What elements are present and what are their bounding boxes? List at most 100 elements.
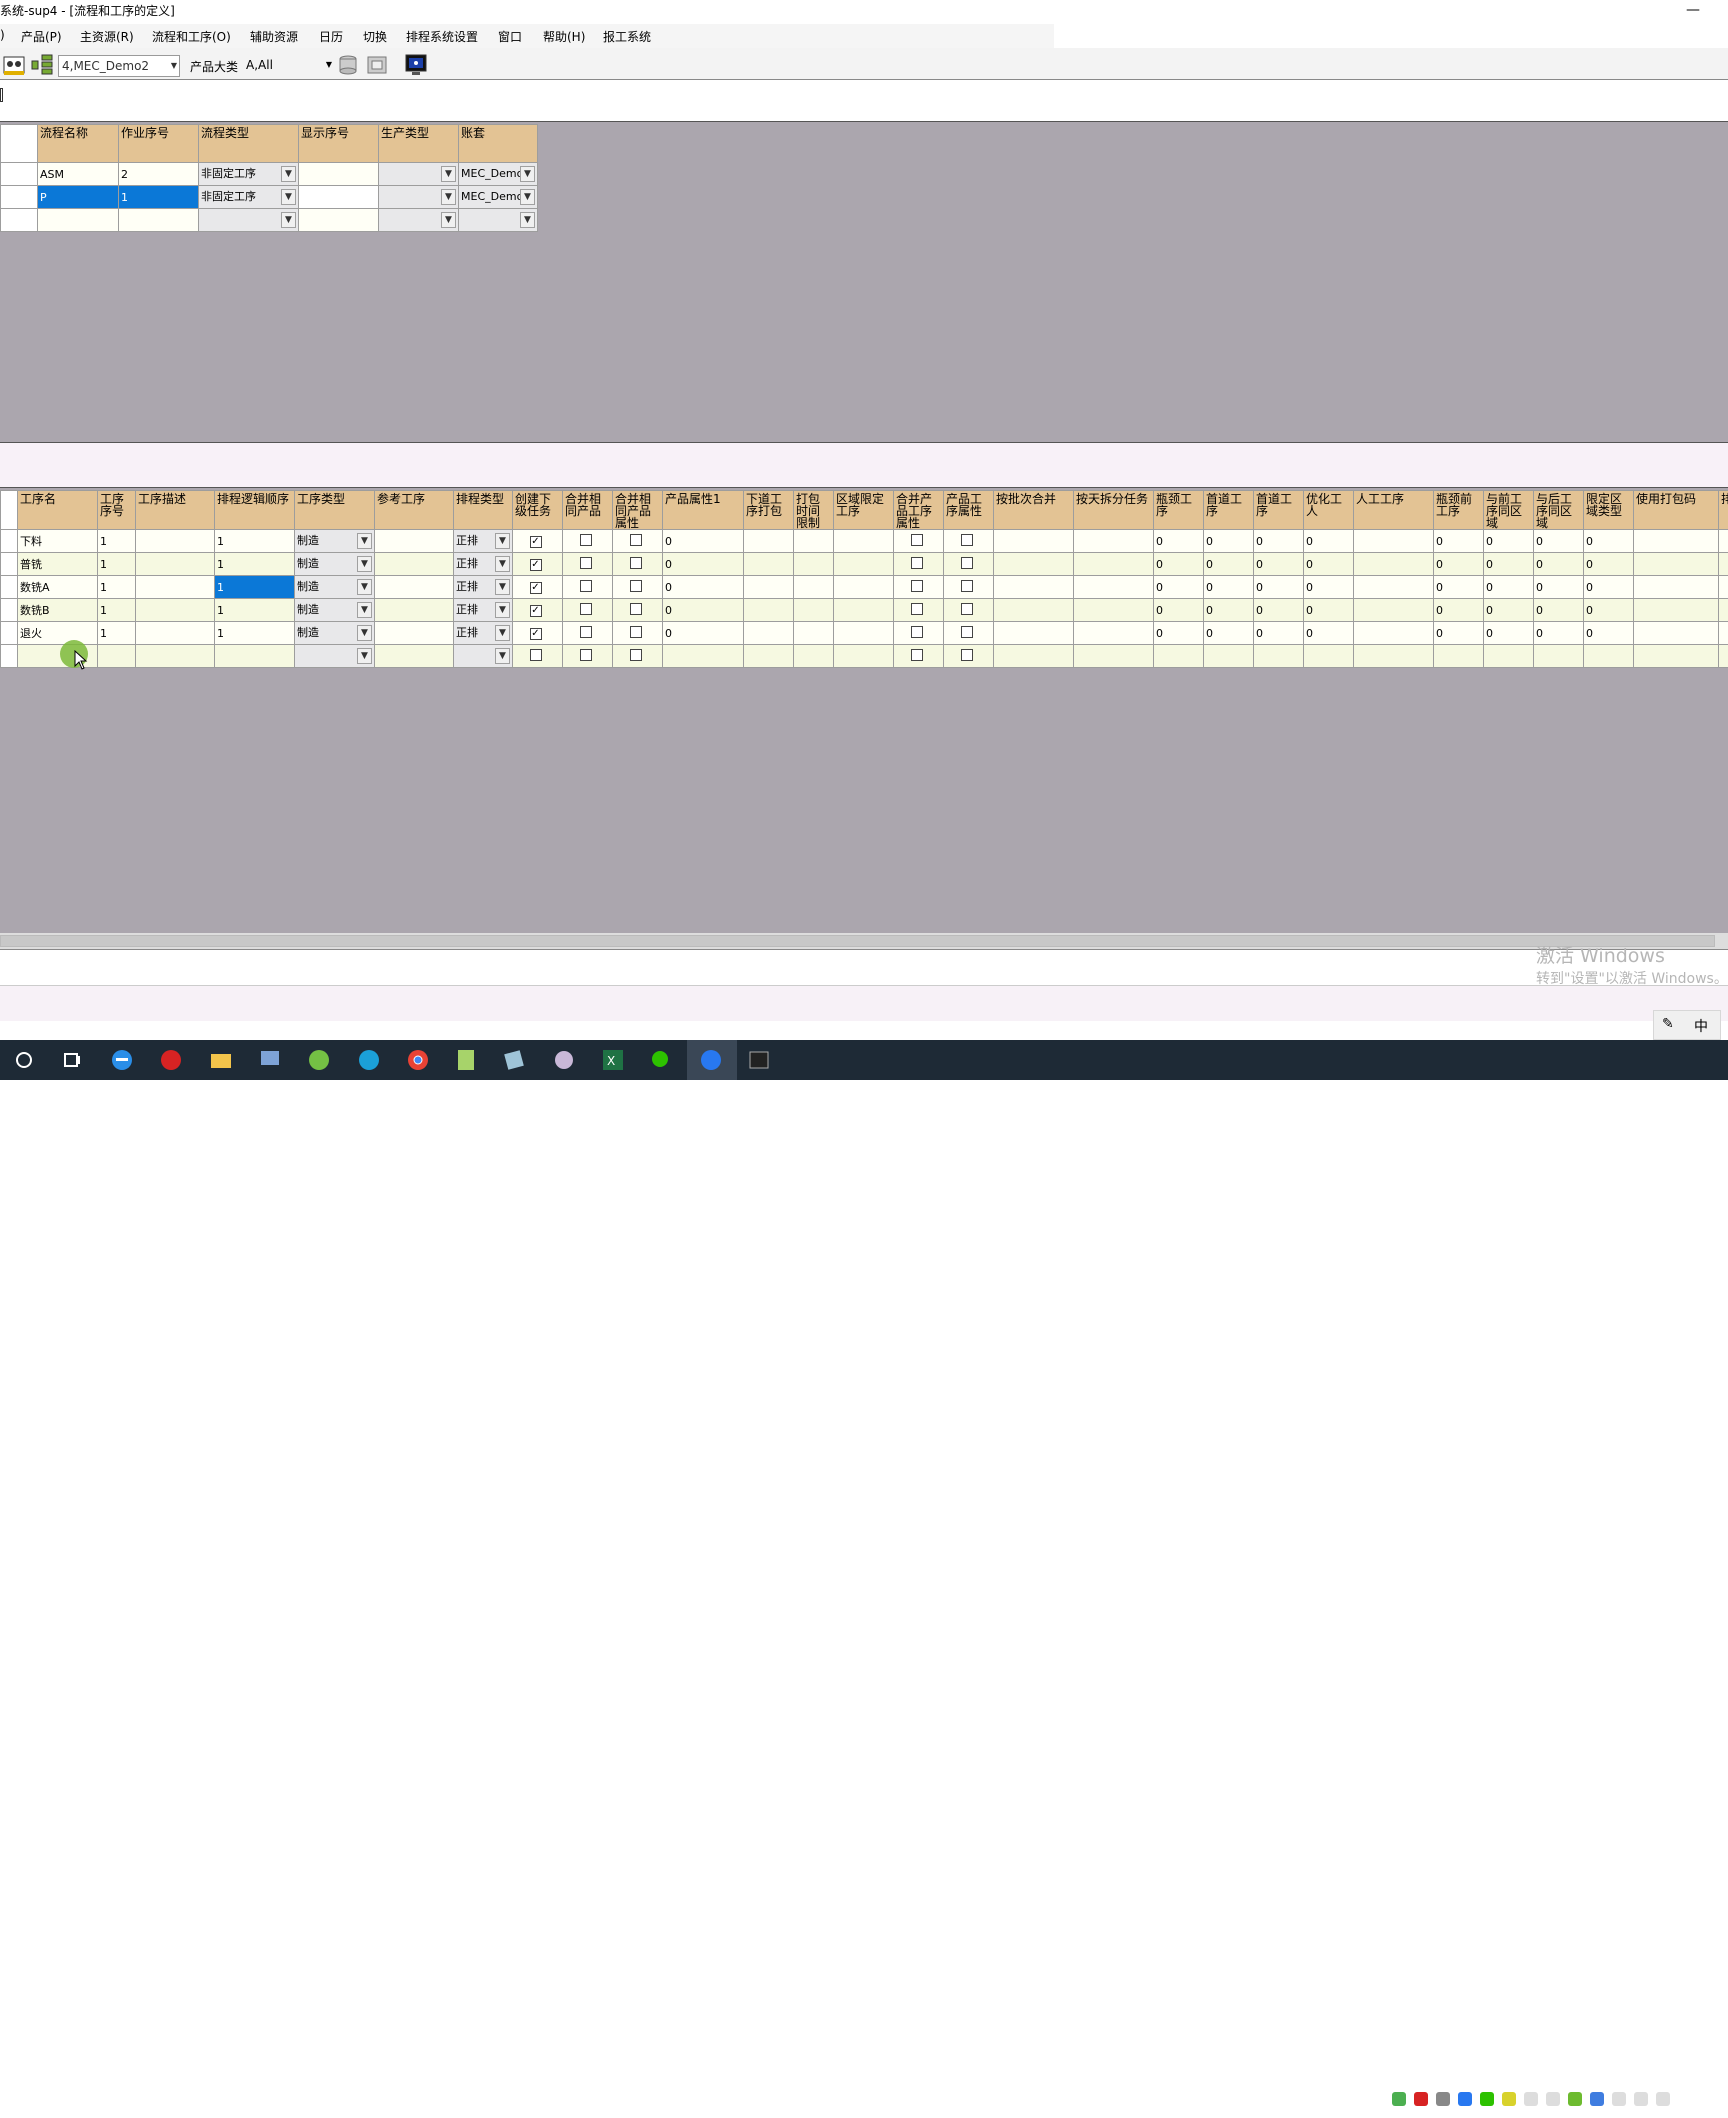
cell-merge-op-attr[interactable] [894,645,944,668]
cell-op-type[interactable]: 制造▼ [295,553,375,576]
col-header[interactable]: 区域限定工序 [834,491,894,530]
cell-create-subtask[interactable]: ✓ [513,530,563,553]
checkbox[interactable] [580,649,592,661]
database-icon[interactable] [338,53,360,75]
row-header[interactable] [1,645,18,668]
cell-region-op[interactable] [834,576,894,599]
chevron-down-icon[interactable]: ▼ [441,189,456,205]
cell-extra[interactable] [1719,645,1728,668]
cell-first-op[interactable]: 0 [1204,553,1254,576]
cell-op-desc[interactable] [136,530,215,553]
cell-pack-code[interactable] [1634,645,1719,668]
cell-logic-order[interactable]: 1 [215,530,295,553]
cell-merge-op-attr[interactable] [894,599,944,622]
cell-op-seq[interactable]: 1 [98,576,136,599]
battery-icon[interactable] [1612,2092,1626,2106]
cell-seq[interactable]: 2 [119,163,199,186]
cell-pack-code[interactable] [1634,530,1719,553]
cell-schedule-type[interactable]: ▼ [454,645,513,668]
chevron-down-icon[interactable]: ▼ [495,556,510,572]
cell-schedule-type[interactable]: 正排▼ [454,530,513,553]
cell-merge-attr[interactable] [613,645,663,668]
cell-manual-op[interactable] [1354,599,1434,622]
checkbox[interactable] [911,649,923,661]
cell-merge-product[interactable] [563,576,613,599]
cell-first-op-2[interactable]: 0 [1254,622,1304,645]
cell-account[interactable]: ▼ [459,209,538,232]
col-header[interactable]: 按天拆分任务 [1074,491,1154,530]
col-header[interactable]: 首道工序 [1254,491,1304,530]
cell-first-op-2[interactable]: 0 [1254,576,1304,599]
dropdown[interactable]: ▼ [199,209,298,231]
chevron-down-icon[interactable]: ▼ [495,648,510,664]
cell-first-op[interactable]: 0 [1204,530,1254,553]
chrome-browser-icon[interactable] [404,1046,432,1074]
cell-merge-op-attr[interactable] [894,530,944,553]
cell-same-region-next[interactable]: 0 [1534,553,1584,576]
cell-manual-op[interactable] [1354,530,1434,553]
cell-ref-op[interactable] [375,622,454,645]
cell-account[interactable]: MEC_Demo2▼ [459,163,538,186]
cell-pack-code[interactable] [1634,622,1719,645]
checkbox[interactable] [911,580,923,592]
cell-optimize-worker[interactable]: 0 [1304,553,1354,576]
cell-pre-bottleneck[interactable] [1434,645,1484,668]
green-app-icon[interactable] [305,1046,333,1074]
cell-batch-merge[interactable] [994,576,1074,599]
col-header[interactable]: 排 [1719,491,1728,530]
horizontal-scrollbar[interactable] [0,933,1728,949]
cell-manual-op[interactable] [1354,553,1434,576]
cell-op-attr[interactable] [944,622,994,645]
cell-day-split[interactable] [1074,576,1154,599]
dropdown[interactable]: ▼ [295,645,374,667]
cell-merge-op-attr[interactable] [894,553,944,576]
cell-process-name[interactable]: P [38,186,119,209]
menu-item-aux-resource[interactable]: 辅助资源 [250,28,298,45]
cell-same-region-next[interactable]: 0 [1534,576,1584,599]
cell-display-seq[interactable] [299,186,379,209]
col-header[interactable]: 产品属性1 [663,491,744,530]
chevron-down-icon[interactable]: ▼ [357,625,372,641]
cell-batch-merge[interactable] [994,553,1074,576]
cell-day-split[interactable] [1074,645,1154,668]
chevron-down-icon[interactable]: ▼ [357,579,372,595]
cell-product-attr[interactable] [663,645,744,668]
cell-batch-merge[interactable] [994,599,1074,622]
dropdown[interactable]: 正排▼ [454,622,512,644]
col-header[interactable]: 合并相同产品属性 [613,491,663,530]
dropdown[interactable]: 正排▼ [454,530,512,552]
cell-bottleneck[interactable]: 0 [1154,553,1204,576]
volume-icon[interactable] [1634,2092,1648,2106]
dropdown[interactable]: 非固定工序▼ [199,163,298,185]
cell-process-name[interactable]: ASM [38,163,119,186]
col-header[interactable]: 工序描述 [136,491,215,530]
cell-pack-code[interactable] [1634,576,1719,599]
scheduler-app-icon[interactable] [745,1046,773,1074]
dropdown[interactable]: 正排▼ [454,553,512,575]
excel-icon[interactable]: X [599,1046,627,1074]
col-header[interactable]: 下道工序打包 [744,491,794,530]
cell-bottleneck[interactable]: 0 [1154,530,1204,553]
cell-op-attr[interactable] [944,599,994,622]
cell-pre-bottleneck[interactable]: 0 [1434,530,1484,553]
cell-bottleneck[interactable]: 0 [1154,599,1204,622]
cell-product-attr[interactable]: 0 [663,530,744,553]
col-header[interactable]: 流程名称 [38,125,119,163]
cell-op-name[interactable]: 下料 [18,530,98,553]
checkbox[interactable] [911,603,923,615]
dropdown[interactable]: MEC_Demo2▼ [459,186,537,208]
dropdown[interactable]: ▼ [459,209,537,231]
col-header[interactable]: 与后工序同区域 [1534,491,1584,530]
dropdown[interactable]: 制造▼ [295,599,374,621]
cell-next-pack[interactable] [744,553,794,576]
checkbox[interactable] [630,557,642,569]
cell-create-subtask[interactable]: ✓ [513,553,563,576]
row-header[interactable] [1,576,18,599]
tray-app-icon[interactable] [1502,2092,1516,2106]
cell-first-op[interactable] [1204,645,1254,668]
chevron-down-icon[interactable]: ▼ [495,579,510,595]
cell-ref-op[interactable] [375,553,454,576]
cell-op-desc[interactable] [136,622,215,645]
cell-create-subtask[interactable] [513,645,563,668]
menu-item-calendar[interactable]: 日历 [319,28,343,45]
